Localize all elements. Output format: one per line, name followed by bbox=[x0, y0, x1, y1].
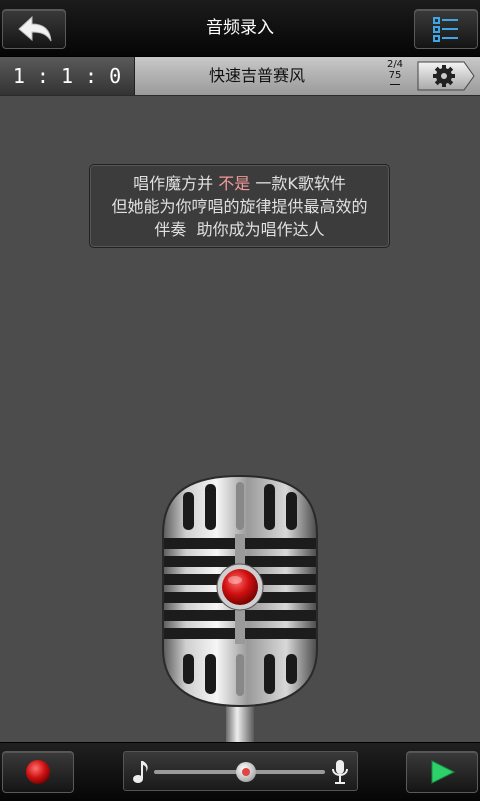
settings-button[interactable] bbox=[416, 60, 476, 92]
tip-text: 唱作魔方并 bbox=[133, 174, 214, 193]
position-counter: 1 : 1 : 0 bbox=[0, 57, 135, 95]
menu-button[interactable] bbox=[414, 9, 478, 49]
microphone-icon bbox=[332, 760, 348, 784]
gear-icon bbox=[433, 65, 455, 87]
record-icon bbox=[26, 760, 50, 784]
music-note-icon bbox=[133, 761, 148, 783]
time-signature: 2/4 75 bbox=[382, 59, 408, 85]
play-button[interactable] bbox=[406, 751, 478, 793]
microphone-icon bbox=[162, 474, 318, 744]
play-icon bbox=[431, 760, 456, 784]
time-signature-label: 2/4 bbox=[386, 59, 404, 70]
song-info-bar: 1 : 1 : 0 快速吉普赛风 2/4 75 bbox=[0, 57, 480, 96]
tip-text: 一款K歌软件 bbox=[255, 174, 346, 193]
tip-line-3: 伴奏 助你成为唱作达人 bbox=[154, 220, 325, 239]
tip-highlight: 不是 bbox=[218, 174, 251, 193]
top-bar: 音频录入 bbox=[0, 0, 480, 57]
record-button[interactable] bbox=[2, 751, 74, 793]
info-tip-box: 唱作魔方并 不是 一款K歌软件 但她能为你哼唱的旋律提供最高效的 伴奏 助你成为… bbox=[89, 164, 390, 248]
microphone-record-area[interactable] bbox=[155, 474, 325, 744]
volume-balance-slider[interactable] bbox=[123, 751, 358, 791]
tip-line-1: 唱作魔方并 不是 一款K歌软件 bbox=[90, 172, 389, 195]
settings-button-shape bbox=[417, 61, 475, 91]
list-menu-icon bbox=[433, 17, 458, 42]
tip-line-2: 但她能为你哼唱的旋律提供最高效的 bbox=[111, 197, 368, 216]
song-name[interactable]: 快速吉普赛风 bbox=[134, 57, 380, 95]
slider-knob[interactable] bbox=[236, 762, 257, 782]
tempo-underline bbox=[390, 84, 400, 85]
tempo-label: 75 bbox=[388, 70, 402, 81]
bottom-toolbar bbox=[0, 742, 480, 801]
page-title: 音频录入 bbox=[206, 18, 274, 38]
